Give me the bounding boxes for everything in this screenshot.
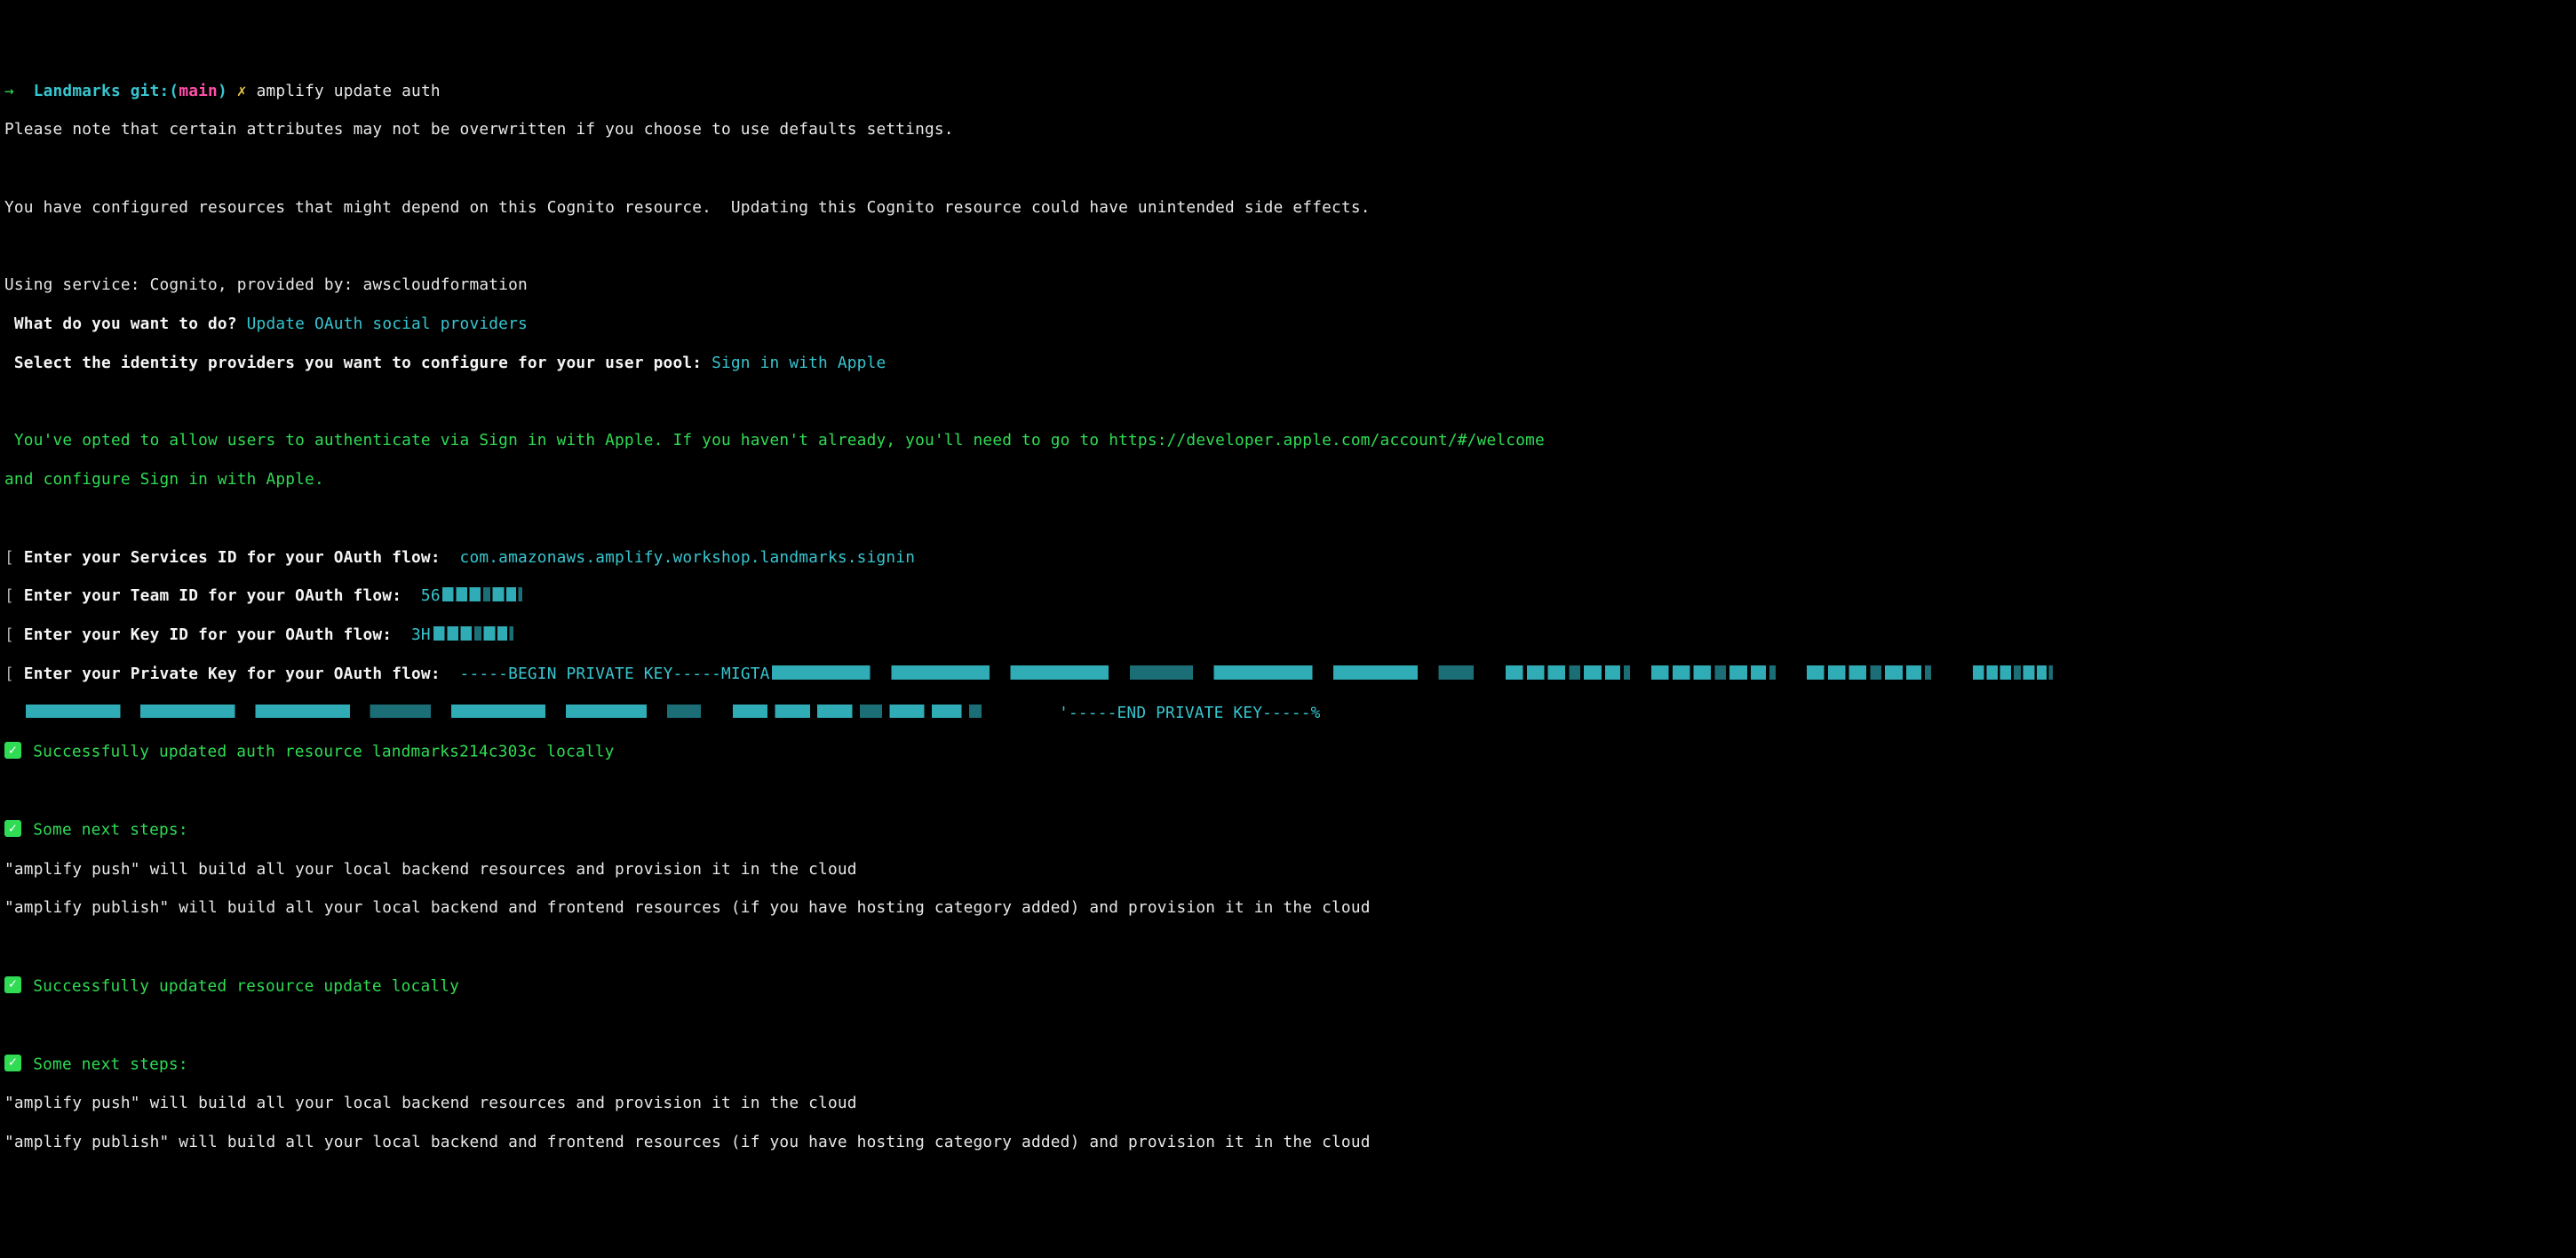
redaction-priv-c xyxy=(1651,665,1776,680)
key-label: Enter your Key ID for your OAuth flow: xyxy=(14,625,402,644)
opted-line-1: You've opted to allow users to authentic… xyxy=(4,431,2572,450)
success-2: Successfully updated resource update loc… xyxy=(4,976,2572,996)
success-2-text: Successfully updated resource update loc… xyxy=(23,976,459,995)
team-id-row: [ Enter your Team ID for your OAuth flow… xyxy=(4,586,2572,606)
check-icon xyxy=(4,742,21,759)
team-label: Enter your Team ID for your OAuth flow: xyxy=(14,586,411,605)
privkey-row-2: '-----END PRIVATE KEY-----% xyxy=(4,704,2572,723)
next-steps-2: Some next steps: xyxy=(4,1055,2572,1074)
redaction-team xyxy=(442,587,522,601)
q2-label: Select the identity providers you want t… xyxy=(4,354,702,372)
publish-hint-1: "amplify publish" will build all your lo… xyxy=(4,898,2572,918)
redaction-priv-g xyxy=(733,705,982,719)
priv-end: '-----END PRIVATE KEY-----% xyxy=(1059,704,1320,722)
output-note: Please note that certain attributes may … xyxy=(4,120,2572,139)
privkey-row-1: [ Enter your Private Key for your OAuth … xyxy=(4,665,2572,684)
blank-5 xyxy=(4,782,2572,801)
opted-line-2: and configure Sign in with Apple. xyxy=(4,470,2572,490)
next-steps-1-text: Some next steps: xyxy=(23,821,187,840)
prompt-line[interactable]: → Landmarks git:(main) ✗ amplify update … xyxy=(4,82,2572,101)
services-label: Enter your Services ID for your OAuth fl… xyxy=(14,548,450,567)
redaction-priv-e xyxy=(1973,665,2053,680)
git-branch: main xyxy=(179,82,218,100)
q2-answer: Sign in with Apple xyxy=(702,354,886,372)
priv-begin: -----BEGIN PRIVATE KEY-----MIGTA xyxy=(450,665,770,683)
git-suffix: ) xyxy=(218,82,227,100)
q2: Select the identity providers you want t… xyxy=(4,354,2572,373)
redaction-priv-f xyxy=(26,705,701,719)
publish-hint-2: "amplify publish" will build all your lo… xyxy=(4,1133,2572,1152)
services-id-row: [ Enter your Services ID for your OAuth … xyxy=(4,548,2572,568)
check-icon xyxy=(4,1055,21,1071)
redaction-priv-a xyxy=(772,665,1474,680)
check-icon xyxy=(4,820,21,837)
q1: What do you want to do? Update OAuth soc… xyxy=(4,314,2572,334)
prompt-cwd: Landmarks xyxy=(34,82,121,100)
push-hint-1: "amplify push" will build all your local… xyxy=(4,860,2572,880)
output-using: Using service: Cognito, provided by: aws… xyxy=(4,275,2572,295)
redaction-priv-b xyxy=(1506,665,1630,680)
output-configured: You have configured resources that might… xyxy=(4,198,2572,218)
redaction-key xyxy=(433,626,513,641)
blank-7 xyxy=(4,1015,2572,1035)
q1-answer: Update OAuth social providers xyxy=(237,314,528,333)
check-icon xyxy=(4,976,21,993)
q1-label: What do you want to do? xyxy=(4,314,237,333)
key-value: 3H xyxy=(402,625,431,644)
next-steps-2-text: Some next steps: xyxy=(23,1055,187,1074)
blank-2 xyxy=(4,237,2572,257)
team-value: 56 xyxy=(411,586,441,605)
blank-1 xyxy=(4,159,2572,179)
blank-3 xyxy=(4,393,2572,412)
blank-4 xyxy=(4,509,2572,529)
command-text: amplify update auth xyxy=(257,82,441,100)
services-value: com.amazonaws.amplify.workshop.landmarks… xyxy=(450,548,915,567)
blank-6 xyxy=(4,937,2572,957)
git-prefix: git:( xyxy=(131,82,179,100)
prompt-symbol: ✗ xyxy=(237,82,247,100)
priv-label: Enter your Private Key for your OAuth fl… xyxy=(14,665,450,683)
redaction-priv-d xyxy=(1807,665,1931,680)
success-1-text: Successfully updated auth resource landm… xyxy=(23,743,614,761)
prompt-arrow: → xyxy=(4,82,14,100)
key-id-row: [ Enter your Key ID for your OAuth flow:… xyxy=(4,625,2572,645)
push-hint-2: "amplify push" will build all your local… xyxy=(4,1094,2572,1113)
success-1: Successfully updated auth resource landm… xyxy=(4,742,2572,761)
next-steps-1: Some next steps: xyxy=(4,820,2572,840)
